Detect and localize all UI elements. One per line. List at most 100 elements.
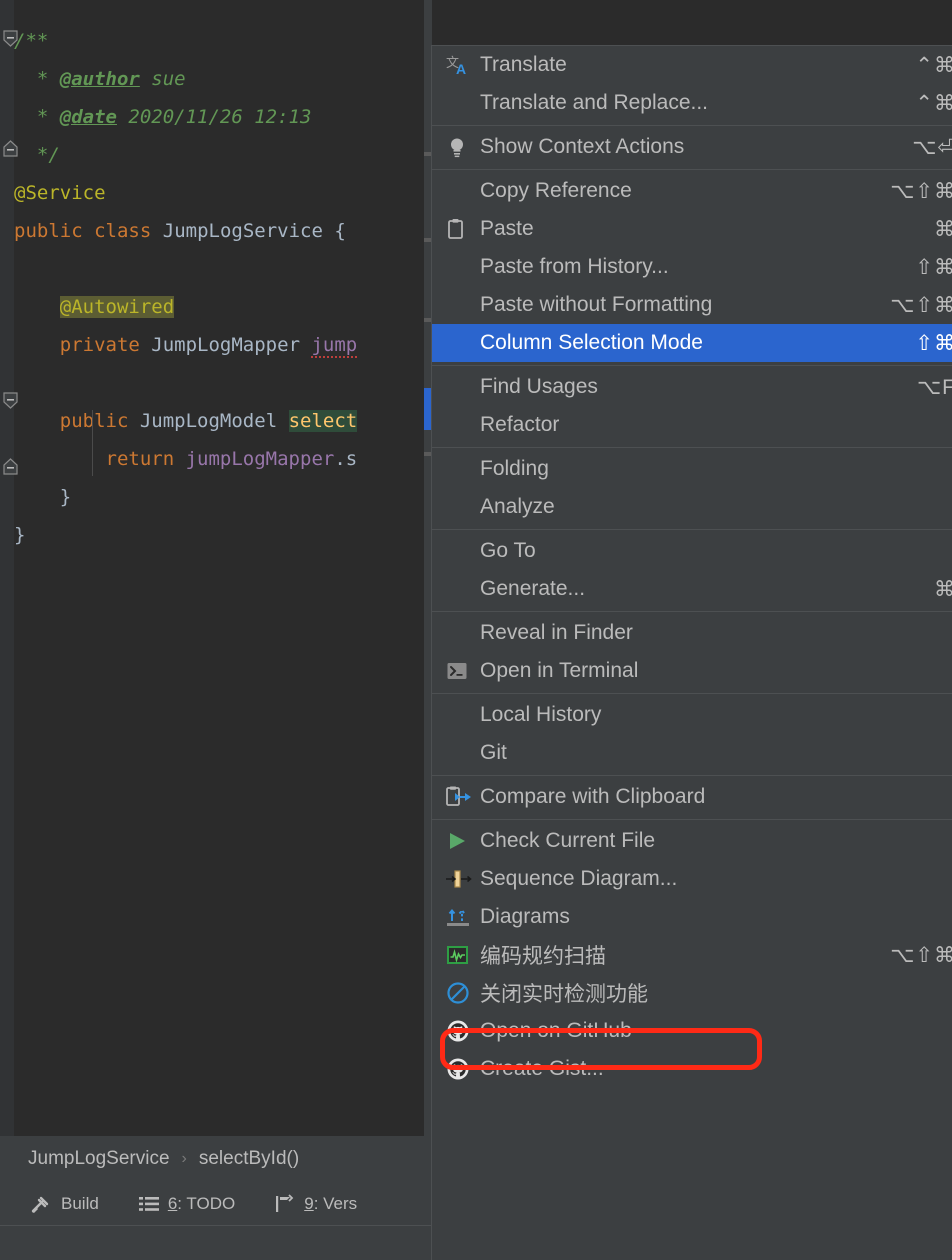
code-token: JumpLogModel [139, 410, 278, 432]
sequence-diagram-icon [446, 867, 480, 891]
lightbulb-icon [446, 135, 480, 159]
code-token: return [105, 448, 175, 470]
menu-item-label: 编码规约扫描 [480, 945, 606, 968]
menu-item-paste-from-history[interactable]: Paste from History... ⇧⌘ [432, 248, 952, 286]
code-token: JumpLogService [162, 220, 323, 242]
statusbar-num-todo: 6 [167, 1193, 178, 1213]
menu-item-check-current-file[interactable]: Check Current File [432, 822, 952, 860]
code-token: public [14, 220, 83, 242]
menu-item-shortcut: ⌃⌘ [915, 91, 952, 115]
statusbar-item-build[interactable]: Build [30, 1194, 99, 1214]
code-token: @date [59, 106, 117, 128]
menu-item-sequence-diagram[interactable]: Sequence Diagram... [432, 860, 952, 898]
statusbar-item-todo[interactable]: 6 : TODO [138, 1193, 235, 1214]
menu-item-git[interactable]: Git [432, 734, 952, 772]
menu-item-label: Open on GitHub [480, 1019, 632, 1042]
breadcrumb-class[interactable]: JumpLogService [28, 1148, 170, 1170]
menu-item-shortcut: ⌘ [934, 217, 952, 242]
menu-item-label: Analyze [480, 495, 555, 518]
menu-item-label: Diagrams [480, 905, 570, 928]
menu-item-open-on-github[interactable]: Open on GitHub [432, 1012, 952, 1050]
menu-separator [432, 125, 952, 126]
code-token: public [59, 410, 129, 432]
menu-item-shortcut: ⌃⌘ [915, 53, 952, 77]
editor-gutter[interactable] [0, 0, 14, 1136]
code-scan-icon [446, 943, 480, 967]
menu-item-label: Go To [480, 539, 536, 562]
menu-item-label: Reveal in Finder [480, 621, 633, 644]
code-token: */ [14, 144, 60, 166]
code-token: select [288, 410, 358, 432]
menu-item-open-in-terminal[interactable]: Open in Terminal [432, 652, 952, 690]
code-token: /** [14, 30, 49, 52]
menu-separator [432, 611, 952, 612]
menu-separator [432, 169, 952, 170]
menu-item-copy-reference[interactable]: Copy Reference ⌥⇧⌘ [432, 172, 952, 210]
code-token: } [14, 486, 72, 508]
diagrams-icon [446, 905, 480, 929]
menu-item-refactor[interactable]: Refactor [432, 406, 952, 444]
code-token: .s [334, 448, 358, 470]
code-token: 2020/11/26 12:13 [116, 106, 312, 128]
menu-item-label: Translate and Replace... [480, 91, 709, 114]
menu-item-local-history[interactable]: Local History [432, 696, 952, 734]
menu-item-find-usages[interactable]: Find Usages ⌥F [432, 368, 952, 406]
menu-item-label: Column Selection Mode [480, 331, 703, 354]
menu-item-shortcut: ⌥⇧⌘ [890, 179, 952, 203]
compare-clipboard-icon [446, 785, 480, 809]
menu-item-paste-without-formatting[interactable]: Paste without Formatting ⌥⇧⌘ [432, 286, 952, 324]
menu-item-label: Paste from History... [480, 255, 669, 278]
no-icon [446, 577, 480, 601]
clipboard-icon [446, 217, 480, 241]
menu-item-compare-with-clipboard[interactable]: Compare with Clipboard [432, 778, 952, 816]
statusbar-label-build: Build [61, 1193, 99, 1213]
menu-item-show-context-actions[interactable]: Show Context Actions ⌥⏎ [432, 128, 952, 166]
terminal-icon [446, 659, 480, 683]
play-icon [446, 829, 480, 853]
menu-item-label: Paste [480, 217, 534, 240]
menu-item-translate[interactable]: 文 A Translate ⌃⌘ [432, 46, 952, 84]
menu-separator [432, 529, 952, 530]
code-token: { [322, 220, 346, 242]
menu-item-label: Create Gist... [480, 1057, 604, 1080]
menu-item-[interactable]: 关闭实时检测功能 [432, 974, 952, 1012]
menu-item-label: Translate [480, 53, 567, 76]
statusbar-item-version-control[interactable]: 9 : Vers [275, 1194, 357, 1214]
menu-item-diagrams[interactable]: Diagrams [432, 898, 952, 936]
code-token: sue [139, 68, 186, 90]
menu-item-generate[interactable]: Generate... ⌘ [432, 570, 952, 608]
menu-separator [432, 819, 952, 820]
menu-item-label: Git [480, 741, 507, 764]
menu-item-create-gist[interactable]: Create Gist... [432, 1050, 952, 1088]
menu-item-column-selection-mode[interactable]: Column Selection Mode ⇧⌘ [432, 324, 952, 362]
menu-item-label: Refactor [480, 413, 560, 436]
editor-context-menu[interactable]: 文 A Translate ⌃⌘ Translate and Replace... ⌃⌘ S… [431, 45, 952, 1260]
indent-guide [92, 410, 93, 476]
menu-item-folding[interactable]: Folding [432, 450, 952, 488]
disable-icon [446, 981, 480, 1005]
menu-item-paste[interactable]: Paste ⌘ [432, 210, 952, 248]
menu-item-translate-and-replace[interactable]: Translate and Replace... ⌃⌘ [432, 84, 952, 122]
menu-item-analyze[interactable]: Analyze [432, 488, 952, 526]
hammer-icon [30, 1194, 52, 1214]
menu-item-shortcut: ⌘ [934, 577, 952, 602]
menu-item-go-to[interactable]: Go To [432, 532, 952, 570]
no-icon [446, 539, 480, 563]
code-token: class [94, 220, 152, 242]
github-icon [446, 1057, 480, 1081]
menu-item-label: Folding [480, 457, 549, 480]
menu-item-reveal-in-finder[interactable]: Reveal in Finder [432, 614, 952, 652]
menu-item-[interactable]: 编码规约扫描 ⌥⇧⌘ [432, 936, 952, 974]
breadcrumb-method[interactable]: selectById() [199, 1148, 299, 1170]
menu-item-shortcut: ⌥⇧⌘ [890, 293, 952, 317]
menu-item-label: Copy Reference [480, 179, 632, 202]
no-icon [446, 621, 480, 645]
menu-item-label: Show Context Actions [480, 135, 685, 158]
menu-item-label: Check Current File [480, 829, 656, 852]
menu-item-shortcut: ⌥F [916, 375, 952, 399]
